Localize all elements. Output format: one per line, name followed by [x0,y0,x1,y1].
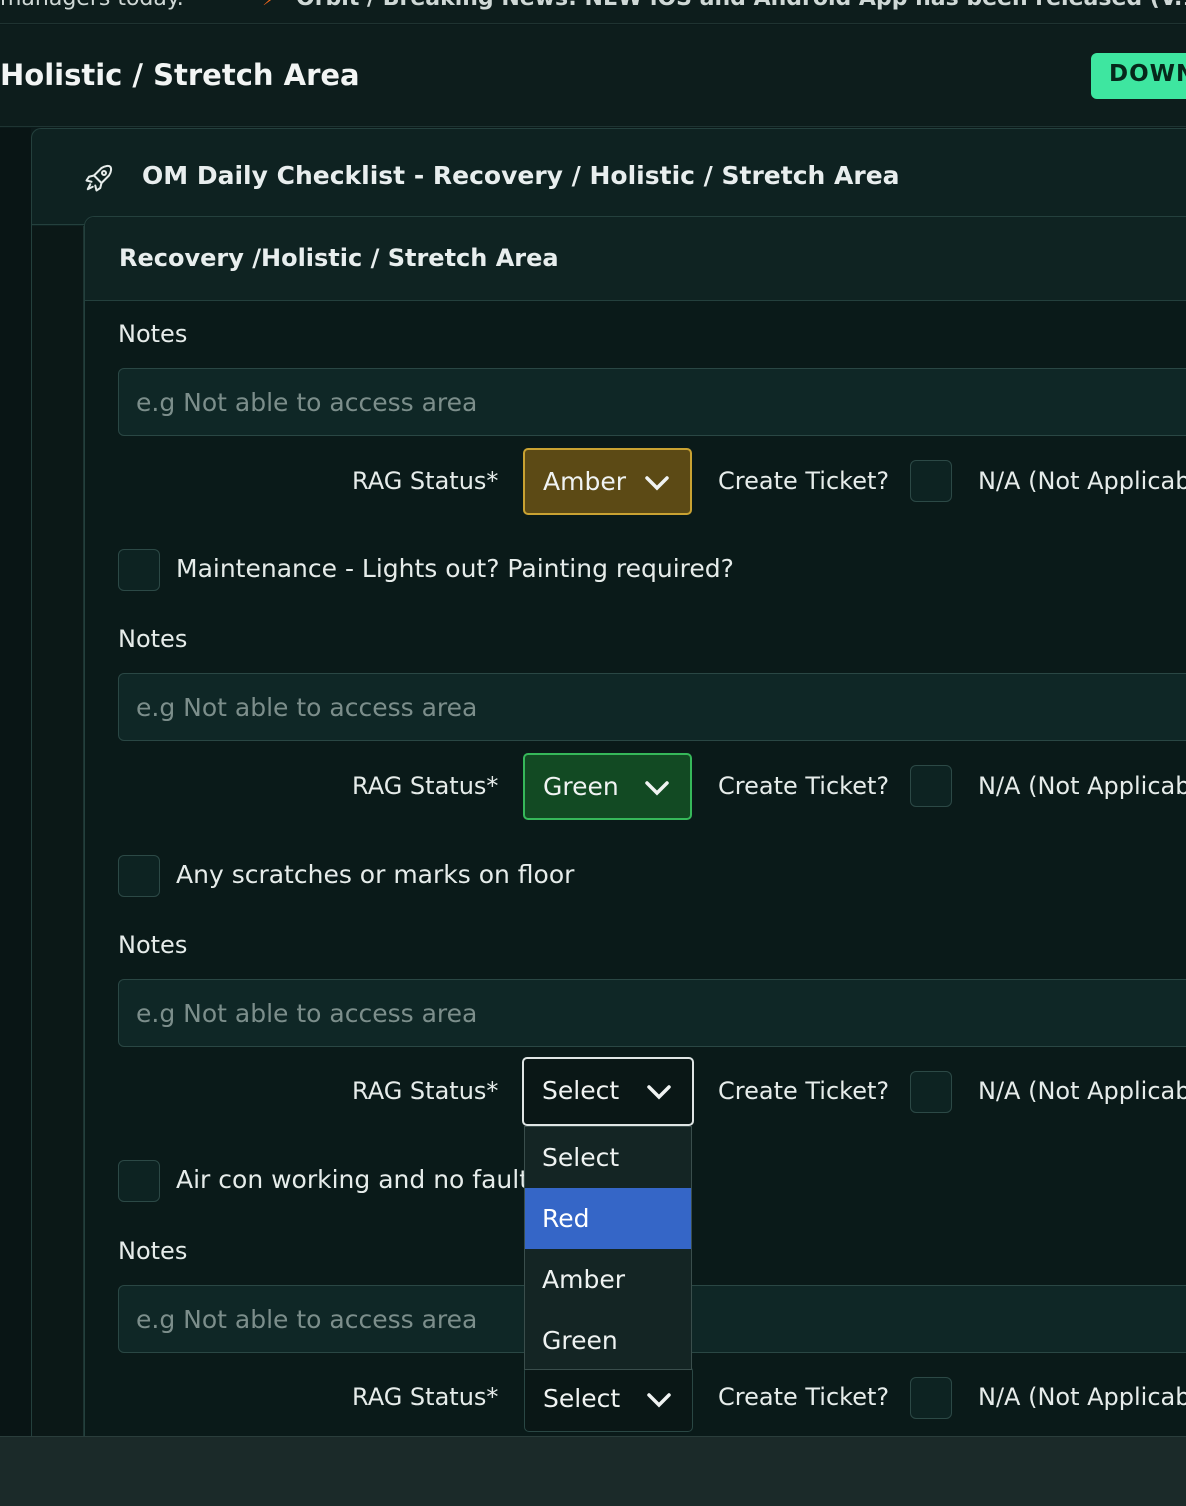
rag-status-value: Amber [543,467,626,496]
checklist-card-header[interactable]: OM Daily Checklist - Recovery / Holistic… [32,129,1186,225]
notes-label: Notes [118,320,188,348]
rag-status-label: RAG Status* [352,467,499,495]
create-ticket-label: Create Ticket? [718,467,890,495]
dropdown-option-red[interactable]: Red [525,1188,691,1249]
chevron-down-icon [645,781,669,796]
rag-status-select-3[interactable]: Select [522,1057,694,1126]
create-ticket-checkbox-3[interactable] [910,1071,952,1113]
rag-status-select-4[interactable]: Select [524,1366,693,1432]
na-label: N/A (Not Applicable) [978,467,1186,495]
inner-rail [32,226,84,1436]
rag-status-value: Green [543,772,619,801]
create-ticket-checkbox-4[interactable] [910,1377,952,1419]
item-checkbox-3[interactable] [118,855,160,897]
rag-status-value: Select [543,1384,621,1413]
download-button[interactable]: DOWNLOAD [1091,53,1186,99]
notes-input-3[interactable] [118,979,1186,1047]
rag-status-label: RAG Status* [352,772,499,800]
notes-label: Notes [118,1237,188,1265]
create-ticket-label: Create Ticket? [718,1383,890,1411]
rag-status-label: RAG Status* [352,1383,499,1411]
rag-status-label: RAG Status* [352,1077,499,1105]
left-rail [0,128,31,1436]
item-label-3: Any scratches or marks on floor [176,860,575,889]
create-ticket-label: Create Ticket? [718,772,890,800]
rag-status-select-2[interactable]: Green [523,753,692,820]
rocket-icon [85,164,113,192]
fire-icon: ⚡ [262,0,277,11]
section-title: Recovery /Holistic / Stretch Area [119,244,559,272]
item-checkbox-4[interactable] [118,1160,160,1202]
news-ticker: managers today. ⚡ Orbit / Breaking News:… [0,0,1186,24]
dropdown-option-amber[interactable]: Amber [525,1249,691,1310]
chevron-down-icon [645,476,669,491]
chevron-down-icon [647,1393,671,1408]
na-label: N/A (Not Applicable) [978,1383,1186,1411]
page-header: Holistic / Stretch Area DOWNLOAD [0,25,1186,127]
notes-label: Notes [118,625,188,653]
item-label-4: Air con working and no faults [176,1165,543,1194]
create-ticket-checkbox-2[interactable] [910,765,952,807]
item-checkbox-2[interactable] [118,549,160,591]
rag-status-dropdown: Select Red Amber Green [524,1126,692,1370]
create-ticket-checkbox-1[interactable] [910,460,952,502]
notes-label: Notes [118,931,188,959]
page-title: Holistic / Stretch Area [0,58,360,92]
rag-status-value: Select [542,1076,620,1105]
ticker-text-right: Orbit / Breaking News: NEW iOS and Andro… [296,0,1186,11]
item-label-2: Maintenance - Lights out? Painting requi… [176,554,734,583]
na-label: N/A (Not Applicable) [978,1077,1186,1105]
bottom-bar [0,1436,1186,1506]
rag-status-select-1[interactable]: Amber [523,448,692,515]
create-ticket-label: Create Ticket? [718,1077,890,1105]
dropdown-option-select[interactable]: Select [525,1127,691,1188]
notes-input-2[interactable] [118,673,1186,741]
notes-input-1[interactable] [118,368,1186,436]
section-header[interactable]: Recovery /Holistic / Stretch Area [85,217,1186,301]
checklist-title: OM Daily Checklist - Recovery / Holistic… [142,161,900,190]
na-label: N/A (Not Applicable) [978,772,1186,800]
ticker-text-left: managers today. [0,0,184,11]
dropdown-option-green[interactable]: Green [525,1310,691,1371]
chevron-down-icon [647,1085,671,1100]
